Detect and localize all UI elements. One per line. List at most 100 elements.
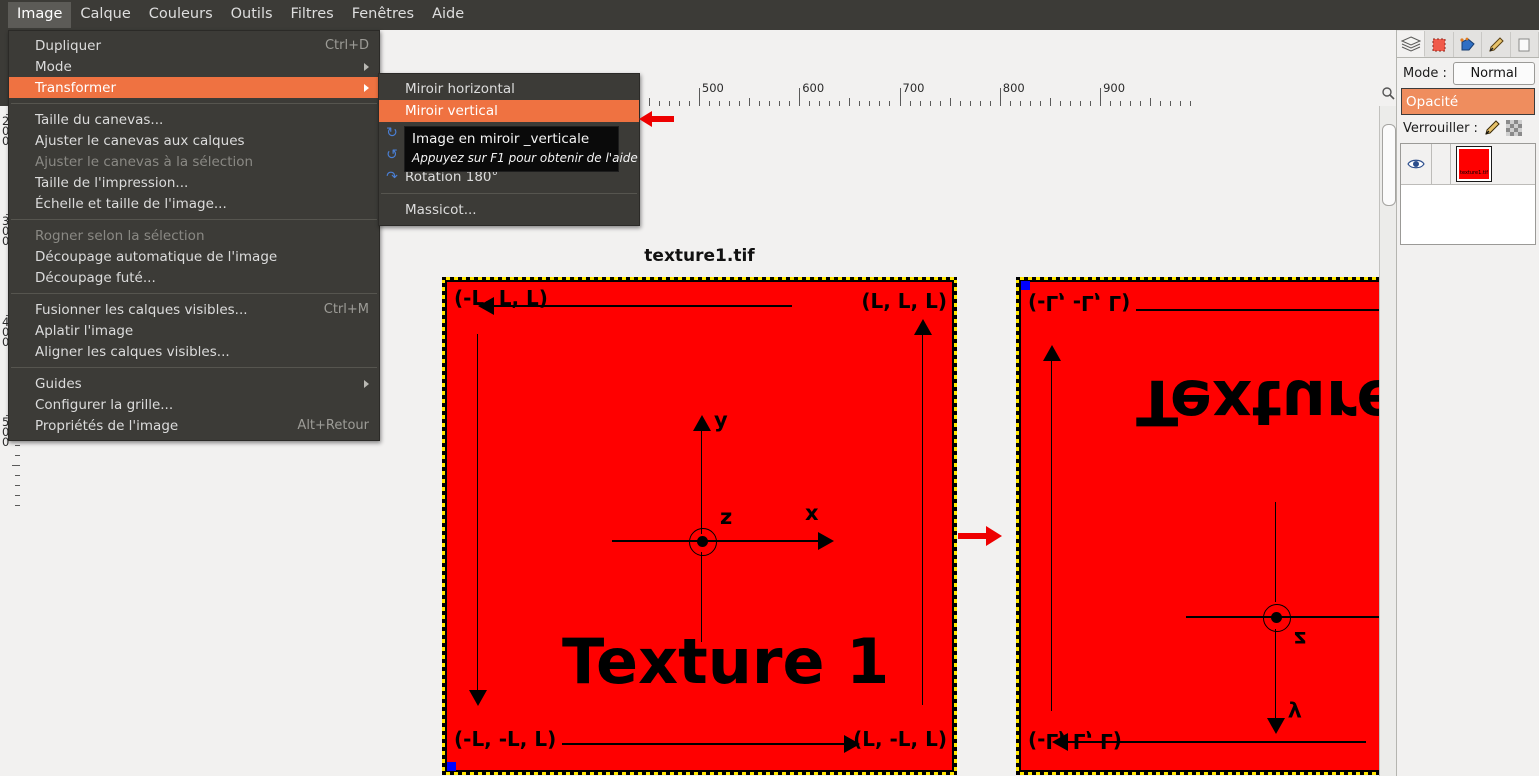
corner-label-top-right: (L, L, L) [861, 289, 947, 313]
menu-couleurs[interactable]: Couleurs [140, 2, 222, 28]
bottom-edge-line [562, 743, 847, 745]
y-axis-line [701, 429, 702, 534]
y-axis-arrowhead-icon [1267, 718, 1285, 734]
paths-tab[interactable] [1454, 32, 1483, 57]
menu-item-label: Rogner selon la sélection [35, 227, 205, 244]
image-menu-item-propri-t-s-de-l-image[interactable]: Propriétés de l'image Alt+Retour [9, 415, 379, 436]
chevron-right-icon [364, 379, 369, 388]
brush-icon [1489, 36, 1504, 52]
menu-item-label: Découpage futé... [35, 269, 156, 286]
transform-item-miroir-horizontal[interactable]: Miroir horizontal [379, 78, 639, 100]
more-icon [1518, 38, 1530, 51]
image-menu-item-d-coupage-fut[interactable]: Découpage futé... [9, 267, 379, 288]
image-menu-item-aplatir-l-image[interactable]: Aplatir l'image [9, 320, 379, 341]
menu-item-label: Échelle et taille de l'image... [35, 195, 227, 212]
menu-filtres[interactable]: Filtres [282, 2, 343, 28]
canvas-mirrored[interactable]: (-L, -L, L) (L, -L, L) (-L, L, L) (L, L,… [1016, 277, 1379, 775]
ruler-label: 900 [1103, 81, 1126, 95]
image-menu-item-aligner-les-calques-visibles[interactable]: Aligner les calques visibles... [9, 341, 379, 362]
mode-label: Mode : [1403, 65, 1447, 81]
image-menu-item-taille-de-l-impression[interactable]: Taille de l'impression... [9, 172, 379, 193]
menu-separator [11, 103, 377, 104]
right-dock: Mode : Normal Opacité Verrouiller : text… [1396, 30, 1539, 776]
chevron-right-icon [364, 83, 369, 92]
submenu-item-label: Massicot... [405, 202, 477, 218]
ruler-minor-tick [1150, 98, 1152, 106]
image-menu-item-dupliquer[interactable]: Dupliquer Ctrl+D [9, 35, 379, 56]
menu-item-label: Guides [35, 375, 82, 392]
menu-fenetres[interactable]: Fenêtres [343, 2, 423, 28]
layer-mode-row: Mode : Normal [1397, 58, 1539, 86]
image-menu-item-guides[interactable]: Guides [9, 373, 379, 394]
zoom-image-button[interactable] [1379, 82, 1397, 104]
y-axis-line [1275, 629, 1276, 722]
menu-item-label: Fusionner les calques visibles... [35, 301, 248, 318]
layer-link-toggle[interactable] [1432, 144, 1451, 184]
layer-thumbnail-caption: texture1.tif [1460, 170, 1488, 176]
menu-item-shortcut: Ctrl+M [323, 302, 369, 317]
menu-item-shortcut: Ctrl+D [324, 38, 369, 53]
corner-label-bottom-right: (L, -L, L) [853, 727, 947, 751]
layer-thumbnail-cell[interactable]: texture1.tif [1451, 144, 1497, 184]
menu-outils[interactable]: Outils [222, 2, 282, 28]
menu-aide[interactable]: Aide [423, 2, 473, 28]
channels-icon [1432, 38, 1446, 51]
lock-alpha-checker-icon[interactable] [1505, 120, 1522, 136]
submenu-item-label: Miroir vertical [405, 103, 498, 119]
rotate-180-icon: ↷ [386, 169, 398, 185]
image-menu-item-transformer[interactable]: Transformer [9, 77, 379, 98]
ruler-label: 700 [902, 81, 925, 95]
ruler-major-tick [799, 88, 801, 106]
menu-image[interactable]: Image [8, 2, 72, 28]
lock-pixels-brush-icon[interactable] [1484, 120, 1500, 136]
menu-separator [11, 293, 377, 294]
image-menu-item-mode[interactable]: Mode [9, 56, 379, 77]
layers-tab[interactable] [1397, 31, 1426, 57]
canvas-original[interactable]: (-L, L, L) (L, L, L) (-L, -L, L) (L, -L,… [442, 277, 957, 775]
submenu-separator [381, 193, 637, 194]
z-axis-label: z [720, 505, 733, 529]
more-tab[interactable] [1511, 32, 1539, 57]
menu-bar: Image Calque Couleurs Outils Filtres Fen… [0, 0, 1539, 30]
transform-item-miroir-vertical[interactable]: Miroir vertical [379, 100, 639, 122]
layer-visibility-toggle[interactable] [1401, 144, 1432, 184]
image-menu-item-fusionner-les-calques-visibles[interactable]: Fusionner les calques visibles... Ctrl+M [9, 299, 379, 320]
y-axis-label: y [714, 408, 728, 432]
image-menu-item-d-coupage-automatique-de-l-image[interactable]: Découpage automatique de l'image [9, 246, 379, 267]
pointer-arrow-icon [639, 111, 674, 127]
corner-label-top-left: (-L, L, L) [454, 286, 548, 310]
canvas-selection-border [442, 277, 957, 775]
image-menu-item-taille-du-canevas[interactable]: Taille du canevas... [9, 109, 379, 130]
brushes-tab[interactable] [1482, 32, 1511, 57]
image-menu-item-chelle-et-taille-de-l-image[interactable]: Échelle et taille de l'image... [9, 193, 379, 214]
ruler-major-tick [698, 88, 700, 106]
mode-select[interactable]: Normal [1452, 61, 1535, 85]
transform-item-massicot[interactable]: Massicot... [379, 199, 639, 221]
scrollbar-thumb[interactable] [1382, 124, 1396, 206]
rotate-cw-icon: ↻ [386, 125, 398, 141]
layer-handle-top-left[interactable] [1021, 281, 1030, 290]
right-arrowhead-up-icon [914, 319, 932, 335]
dock-tab-bar [1397, 30, 1539, 58]
ruler-minor-tick [1049, 98, 1051, 106]
layer-row[interactable]: texture1.tif [1401, 144, 1535, 185]
layers-list[interactable]: texture1.tif [1400, 143, 1536, 245]
image-menu-popup[interactable]: Dupliquer Ctrl+D Mode Transformer Taille du … [8, 30, 380, 441]
ruler-minor-tick [949, 98, 951, 106]
x-axis-arrowhead-icon [818, 532, 834, 550]
image-menu-item-configurer-la-grille[interactable]: Configurer la grille... [9, 394, 379, 415]
ruler-major-tick [1100, 88, 1102, 106]
menu-separator [11, 219, 377, 220]
image-menu-item-ajuster-le-canevas-aux-calques[interactable]: Ajuster le canevas aux calques [9, 130, 379, 151]
canvas-vertical-scrollbar[interactable] [1379, 106, 1396, 776]
opacity-slider[interactable]: Opacité [1401, 88, 1535, 115]
rotate-ccw-icon: ↺ [386, 147, 398, 163]
menu-calque[interactable]: Calque [71, 2, 139, 28]
layer-handle-bottom-left[interactable] [447, 762, 456, 771]
channels-tab[interactable] [1425, 32, 1454, 57]
right-edge-line [922, 335, 923, 705]
y-axis-label: y [1288, 701, 1302, 725]
menu-item-label: Transformer [35, 79, 117, 96]
menu-item-label: Configurer la grille... [35, 396, 174, 413]
tooltip-title: Image en miroir _verticale [412, 131, 590, 147]
